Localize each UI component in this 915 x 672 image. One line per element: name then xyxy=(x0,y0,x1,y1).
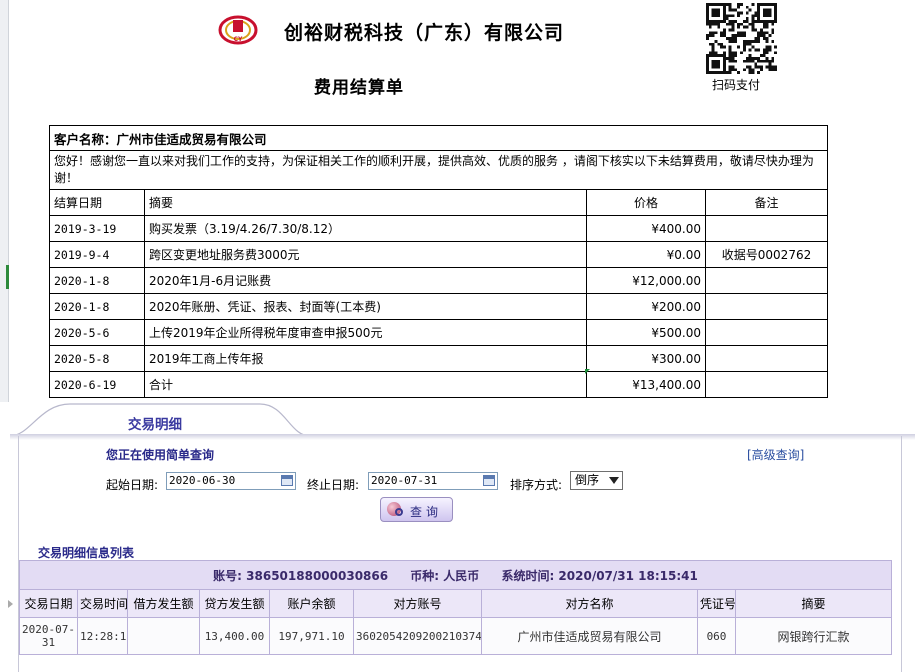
calendar-icon[interactable] xyxy=(483,475,495,486)
table-row: 2019-3-19 购买发票（3.19/4.26/7.30/8.12） ¥400.0… xyxy=(49,215,829,242)
column-header[interactable]: 交易时间 xyxy=(77,589,128,618)
chevron-down-icon xyxy=(609,477,619,484)
scroll-left-icon[interactable] xyxy=(8,600,13,608)
start-date-label: 起始日期: xyxy=(106,478,159,492)
row-price: ¥200.00 xyxy=(586,293,706,320)
row-remark xyxy=(704,371,829,398)
company-logo-icon: CY xyxy=(218,15,258,45)
column-header[interactable]: 交易日期 xyxy=(19,589,78,618)
row-price: ¥500.00 xyxy=(586,319,706,346)
cell-debit xyxy=(127,617,200,655)
query-button-label: 查询 xyxy=(410,505,443,519)
customer-name: 客户名称：广州市佳适成贸易有限公司 xyxy=(48,125,829,151)
row-summary: 2020年账册、凭证、报表、封面等(工本费) xyxy=(144,293,587,320)
spreadsheet-gutter xyxy=(0,0,9,405)
transaction-header-row: 交易日期 交易时间 借方发生额 贷方发生额 账户余额 对方账号 对方名称 凭证号 摘要 xyxy=(19,589,893,618)
row-remark xyxy=(704,215,829,242)
row-price: ¥400.00 xyxy=(586,215,706,242)
table-row: 2020-1-8 2020年账册、凭证、报表、封面等(工本费) ¥200.00 xyxy=(49,293,829,320)
logo-lettering: CY xyxy=(234,36,243,43)
column-header[interactable]: 对方账号 xyxy=(353,589,482,618)
system-time: 系统时间: 2020/07/31 18:15:41 xyxy=(501,568,698,583)
sort-label: 排序方式: xyxy=(510,478,563,492)
header-remark: 备注 xyxy=(704,189,829,216)
end-date-value: 2020-07-31 xyxy=(371,474,438,487)
qr-caption: 扫码支付 xyxy=(712,78,761,92)
table-row: 2020-5-8 2019年工商上传年报 ¥300.00 xyxy=(49,345,829,372)
query-button[interactable]: 查询 xyxy=(380,497,453,522)
currency: 币种: 人民币 xyxy=(410,568,480,583)
header-price: 价格 xyxy=(586,189,706,216)
row-date: 2019-3-19 xyxy=(49,215,145,242)
tab-transaction-details[interactable]: 交易明细 xyxy=(128,413,182,433)
table-header-row: 结算日期 摘要 价格 备注 xyxy=(49,189,829,216)
sort-order-value: 倒序 xyxy=(575,473,600,487)
account-number: 账号: 38650188000030866 xyxy=(213,568,389,583)
header-date: 结算日期 xyxy=(49,189,145,216)
simple-query-notice: 您正在使用简单查询 xyxy=(106,448,215,462)
row-remark xyxy=(704,345,829,372)
row-date: 2020-5-8 xyxy=(49,345,145,372)
transaction-row[interactable]: 2020-07-3112:28:15 13,400.00197,971.10360… xyxy=(19,617,893,655)
header-summary: 摘要 xyxy=(144,189,587,216)
row-date: 2020-5-6 xyxy=(49,319,145,346)
cell-comment-marker xyxy=(585,369,590,374)
table-row: 2020-6-19 合计 ¥13,400.00 xyxy=(49,371,829,398)
cell-voucher: 060 xyxy=(697,617,736,655)
row-summary: 跨区变更地址服务费3000元 xyxy=(144,241,587,268)
row-date: 2019-9-4 xyxy=(49,241,145,268)
row-remark: 收据号0002762 xyxy=(704,241,829,268)
cell-date: 2020-07-31 xyxy=(19,617,78,655)
row-price: ¥12,000.00 xyxy=(586,267,706,294)
column-header[interactable]: 凭证号 xyxy=(697,589,736,618)
row-price: ¥300.00 xyxy=(586,345,706,372)
sort-order-select[interactable]: 倒序 xyxy=(570,471,623,490)
column-header[interactable]: 对方名称 xyxy=(481,589,698,618)
qr-code-icon[interactable] xyxy=(706,3,777,74)
table-row: 2020-1-8 2020年1月-6月记账费 ¥12,000.00 xyxy=(49,267,829,294)
transaction-table: 账号: 38650188000030866 币种: 人民币 系统时间: 2020… xyxy=(18,560,893,655)
row-remark xyxy=(704,319,829,346)
row-summary: 购买发票（3.19/4.26/7.30/8.12） xyxy=(144,215,587,242)
account-info-row: 账号: 38650188000030866 币种: 人民币 系统时间: 2020… xyxy=(18,560,893,590)
document-title: 费用结算单 xyxy=(314,78,404,98)
row-summary: 上传2019年企业所得税年度审查申报500元 xyxy=(144,319,587,346)
advanced-query-link[interactable]: [高级查询] xyxy=(747,446,804,463)
row-price: ¥0.00 xyxy=(586,241,706,268)
row-summary: 2019年工商上传年报 xyxy=(144,345,587,372)
row-date: 2020-6-19 xyxy=(49,371,145,398)
company-name: 创裕财税科技（广东）有限公司 xyxy=(284,22,565,44)
row-selection-marker xyxy=(6,265,9,289)
calendar-icon[interactable] xyxy=(281,475,293,486)
row-price: ¥13,400.00 xyxy=(586,371,706,398)
column-header[interactable]: 贷方发生额 xyxy=(199,589,270,618)
row-summary: 合计 xyxy=(144,371,587,398)
cell-counter-name: 广州市佳适成贸易有限公司 xyxy=(481,617,698,655)
cell-time: 12:28:15 xyxy=(77,617,128,655)
row-remark xyxy=(704,267,829,294)
column-header[interactable]: 摘要 xyxy=(734,589,893,618)
row-summary: 2020年1月-6月记账费 xyxy=(144,267,587,294)
cell-credit: 13,400.00 xyxy=(199,617,270,655)
start-date-input[interactable]: 2020-06-30 xyxy=(166,472,296,490)
row-date: 2020-1-8 xyxy=(49,293,145,320)
column-header[interactable]: 账户余额 xyxy=(269,589,354,618)
greeting-text: 您好！感谢您一直以来对我们工作的支持，为保证相关工作的顺利开展，提供高效、优质的… xyxy=(48,150,829,190)
column-header[interactable]: 借方发生额 xyxy=(127,589,200,618)
cell-counter-account: 3602054209200210374 xyxy=(353,617,482,655)
row-remark xyxy=(704,293,829,320)
cell-balance: 197,971.10 xyxy=(269,617,354,655)
cell-summary: 网银跨行汇款 xyxy=(734,617,893,655)
transaction-list-title: 交易明细信息列表 xyxy=(38,546,135,560)
magnifier-icon xyxy=(395,508,403,516)
table-row: 2020-5-6 上传2019年企业所得税年度审查申报500元 ¥500.00 xyxy=(49,319,829,346)
table-row: 2019-9-4 跨区变更地址服务费3000元 ¥0.00 收据号0002762 xyxy=(49,241,829,268)
start-date-value: 2020-06-30 xyxy=(169,474,236,487)
end-date-input[interactable]: 2020-07-31 xyxy=(368,472,498,490)
row-date: 2020-1-8 xyxy=(49,267,145,294)
end-date-label: 终止日期: xyxy=(307,478,360,492)
settlement-table: 客户名称：广州市佳适成贸易有限公司 您好！感谢您一直以来对我们工作的支持，为保证… xyxy=(48,125,829,398)
